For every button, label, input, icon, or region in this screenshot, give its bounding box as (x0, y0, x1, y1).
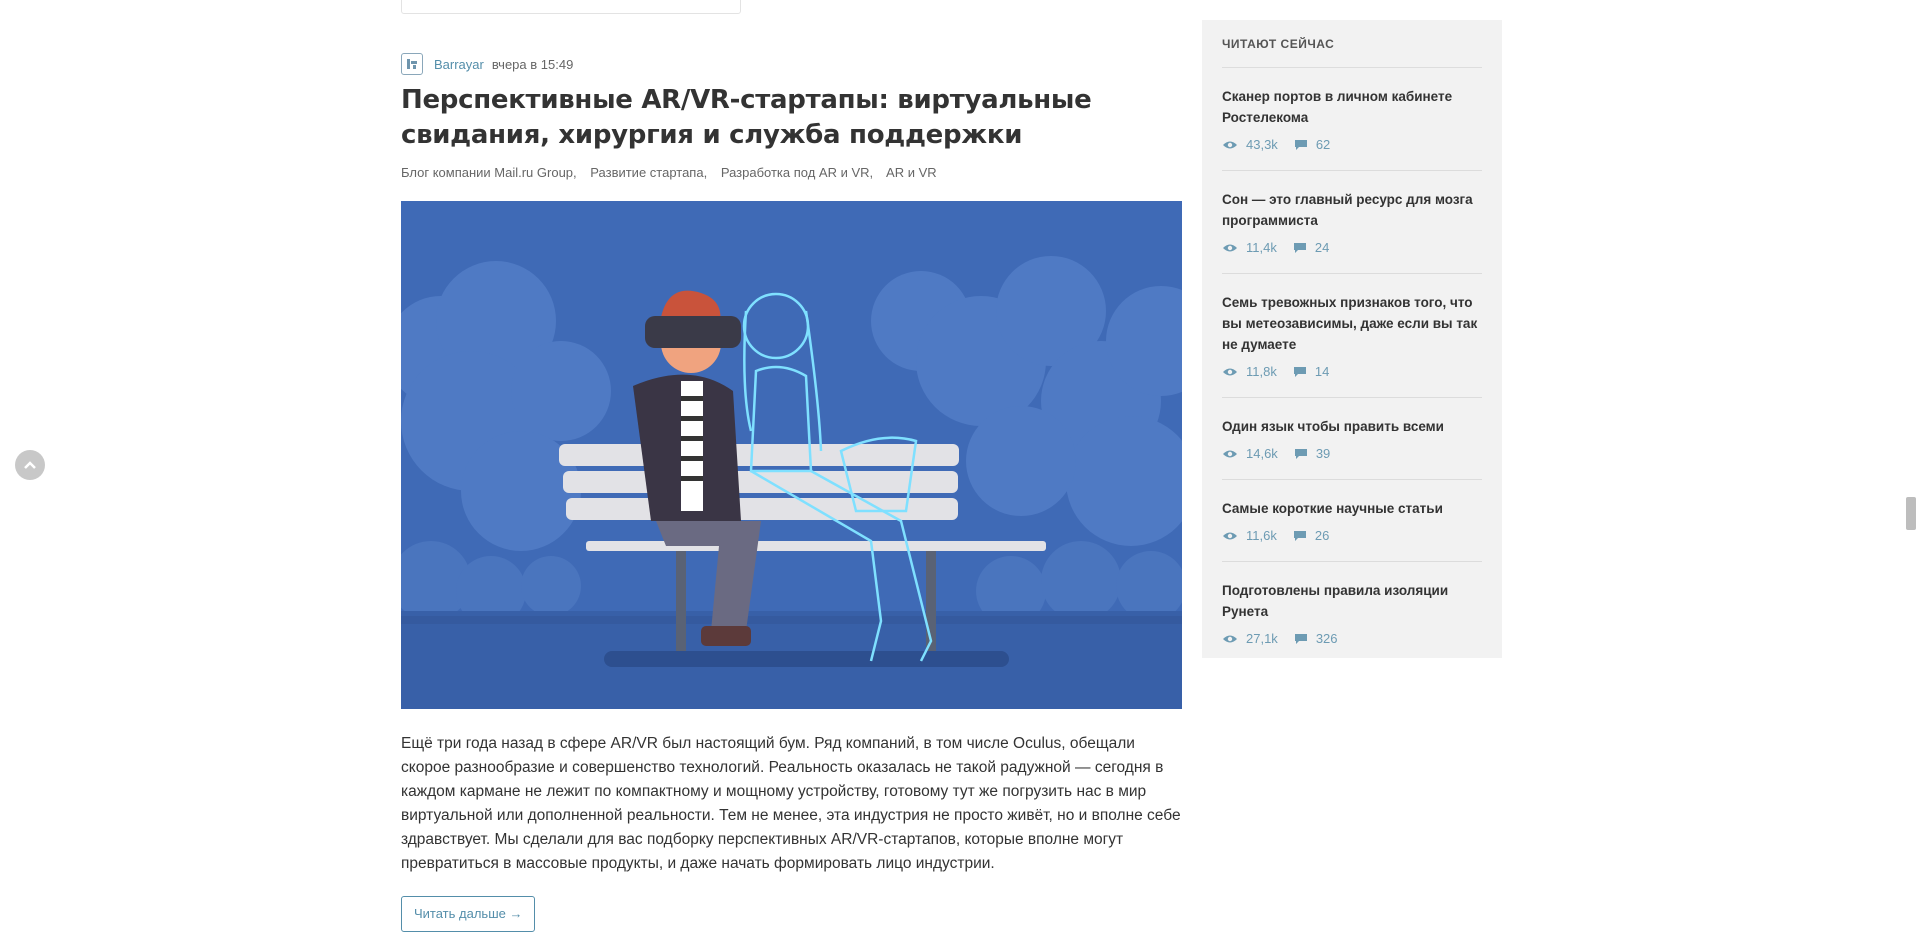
eye-icon (1223, 635, 1237, 642)
eye-icon (1223, 450, 1237, 457)
views-stat: 27,1k (1222, 631, 1278, 646)
scroll-up-button[interactable] (15, 450, 45, 480)
sidebar-item-title[interactable]: Подготовлены правила изоляции Рунета (1222, 580, 1482, 622)
item-stats: 27,1k 326 (1222, 631, 1482, 646)
page-scrollbar[interactable] (1906, 497, 1916, 530)
comment-icon (1293, 530, 1306, 541)
comments-stat[interactable]: 62 (1294, 137, 1330, 152)
views-count: 11,8k (1246, 364, 1277, 379)
sidebar-list: Сканер портов в личном кабинете Ростелек… (1222, 68, 1482, 664)
comments-stat[interactable]: 26 (1293, 528, 1329, 543)
comment-icon (1294, 633, 1307, 644)
eye-icon (1223, 368, 1237, 375)
post-date: вчера в 15:49 (491, 56, 574, 72)
comments-count: 62 (1315, 137, 1331, 152)
avatar-icon (407, 59, 417, 69)
comments-count: 26 (1314, 528, 1330, 543)
eye-icon (1223, 532, 1237, 539)
views-count: 11,4k (1246, 240, 1277, 255)
list-item: Самые короткие научные статьи 11,6k 26 (1222, 480, 1482, 562)
post-author[interactable]: Barrayar (434, 57, 484, 72)
sidebar-item-title[interactable]: Один язык чтобы править всеми (1222, 416, 1482, 437)
sidebar-title: ЧИТАЮТ СЕЙЧАС (1222, 37, 1482, 68)
eye-icon (1223, 141, 1237, 148)
list-item: Семь тревожных признаков того, что вы ме… (1222, 274, 1482, 398)
item-stats: 14,6k 39 (1222, 446, 1482, 461)
comments-stat[interactable]: 39 (1294, 446, 1330, 461)
post-meta: Barrayar вчера в 15:49 (401, 53, 1182, 75)
comment-icon (1294, 448, 1307, 459)
post-title[interactable]: Перспективные AR/VR-стартапы: виртуальны… (401, 83, 1182, 153)
list-item: Сканер портов в личном кабинете Ростелек… (1222, 68, 1482, 171)
comments-count: 326 (1315, 631, 1338, 646)
post-hubs: Блог компании Mail.ru Group, Развитие ст… (401, 165, 1182, 180)
list-item: Один язык чтобы править всеми 14,6k 39 (1222, 398, 1482, 480)
comments-stat[interactable]: 24 (1293, 240, 1329, 255)
avatar[interactable] (401, 53, 423, 75)
now-reading-sidebar: ЧИТАЮТ СЕЙЧАС Сканер портов в личном каб… (1202, 20, 1502, 658)
item-stats: 11,4k 24 (1222, 240, 1482, 255)
comments-stat[interactable]: 14 (1293, 364, 1329, 379)
list-item: Подготовлены правила изоляции Рунета 27,… (1222, 562, 1482, 664)
previous-post-footer-box (401, 0, 741, 14)
views-stat: 14,6k (1222, 446, 1278, 461)
sidebar-item-title[interactable]: Сканер портов в личном кабинете Ростелек… (1222, 86, 1482, 128)
comment-icon (1293, 242, 1306, 253)
views-count: 11,6k (1246, 528, 1277, 543)
views-stat: 43,3k (1222, 137, 1278, 152)
chevron-up-icon (24, 461, 36, 469)
list-item: Сон — это главный ресурс для мозга прогр… (1222, 171, 1482, 274)
views-count: 43,3k (1246, 137, 1278, 152)
post: Barrayar вчера в 15:49 Перспективные AR/… (401, 53, 1182, 932)
views-count: 27,1k (1246, 631, 1278, 646)
hub-link[interactable]: AR и VR (886, 165, 937, 180)
views-count: 14,6k (1246, 446, 1278, 461)
sidebar-item-title[interactable]: Сон — это главный ресурс для мозга прогр… (1222, 189, 1482, 231)
views-stat: 11,8k (1222, 364, 1277, 379)
comment-icon (1293, 366, 1306, 377)
vr-date-illustration (401, 201, 1182, 709)
post-excerpt: Ещё три года назад в сфере AR/VR был нас… (401, 735, 1181, 872)
hub-link[interactable]: Развитие стартапа, (590, 165, 707, 180)
sidebar-item-title[interactable]: Семь тревожных признаков того, что вы ме… (1222, 292, 1482, 355)
item-stats: 43,3k 62 (1222, 137, 1482, 152)
item-stats: 11,6k 26 (1222, 528, 1482, 543)
comments-count: 39 (1315, 446, 1331, 461)
read-more-button[interactable]: Читать дальше → (401, 896, 536, 932)
hub-link[interactable]: Блог компании Mail.ru Group, (401, 165, 577, 180)
comment-icon (1294, 139, 1307, 150)
sidebar-item-title[interactable]: Самые короткие научные статьи (1222, 498, 1482, 519)
views-stat: 11,4k (1222, 240, 1277, 255)
comments-stat[interactable]: 326 (1294, 631, 1338, 646)
item-stats: 11,8k 14 (1222, 364, 1482, 379)
hub-link[interactable]: Разработка под AR и VR, (721, 165, 873, 180)
comments-count: 14 (1314, 364, 1330, 379)
comments-count: 24 (1314, 240, 1330, 255)
eye-icon (1223, 244, 1237, 251)
post-image[interactable] (401, 201, 1182, 709)
views-stat: 11,6k (1222, 528, 1277, 543)
